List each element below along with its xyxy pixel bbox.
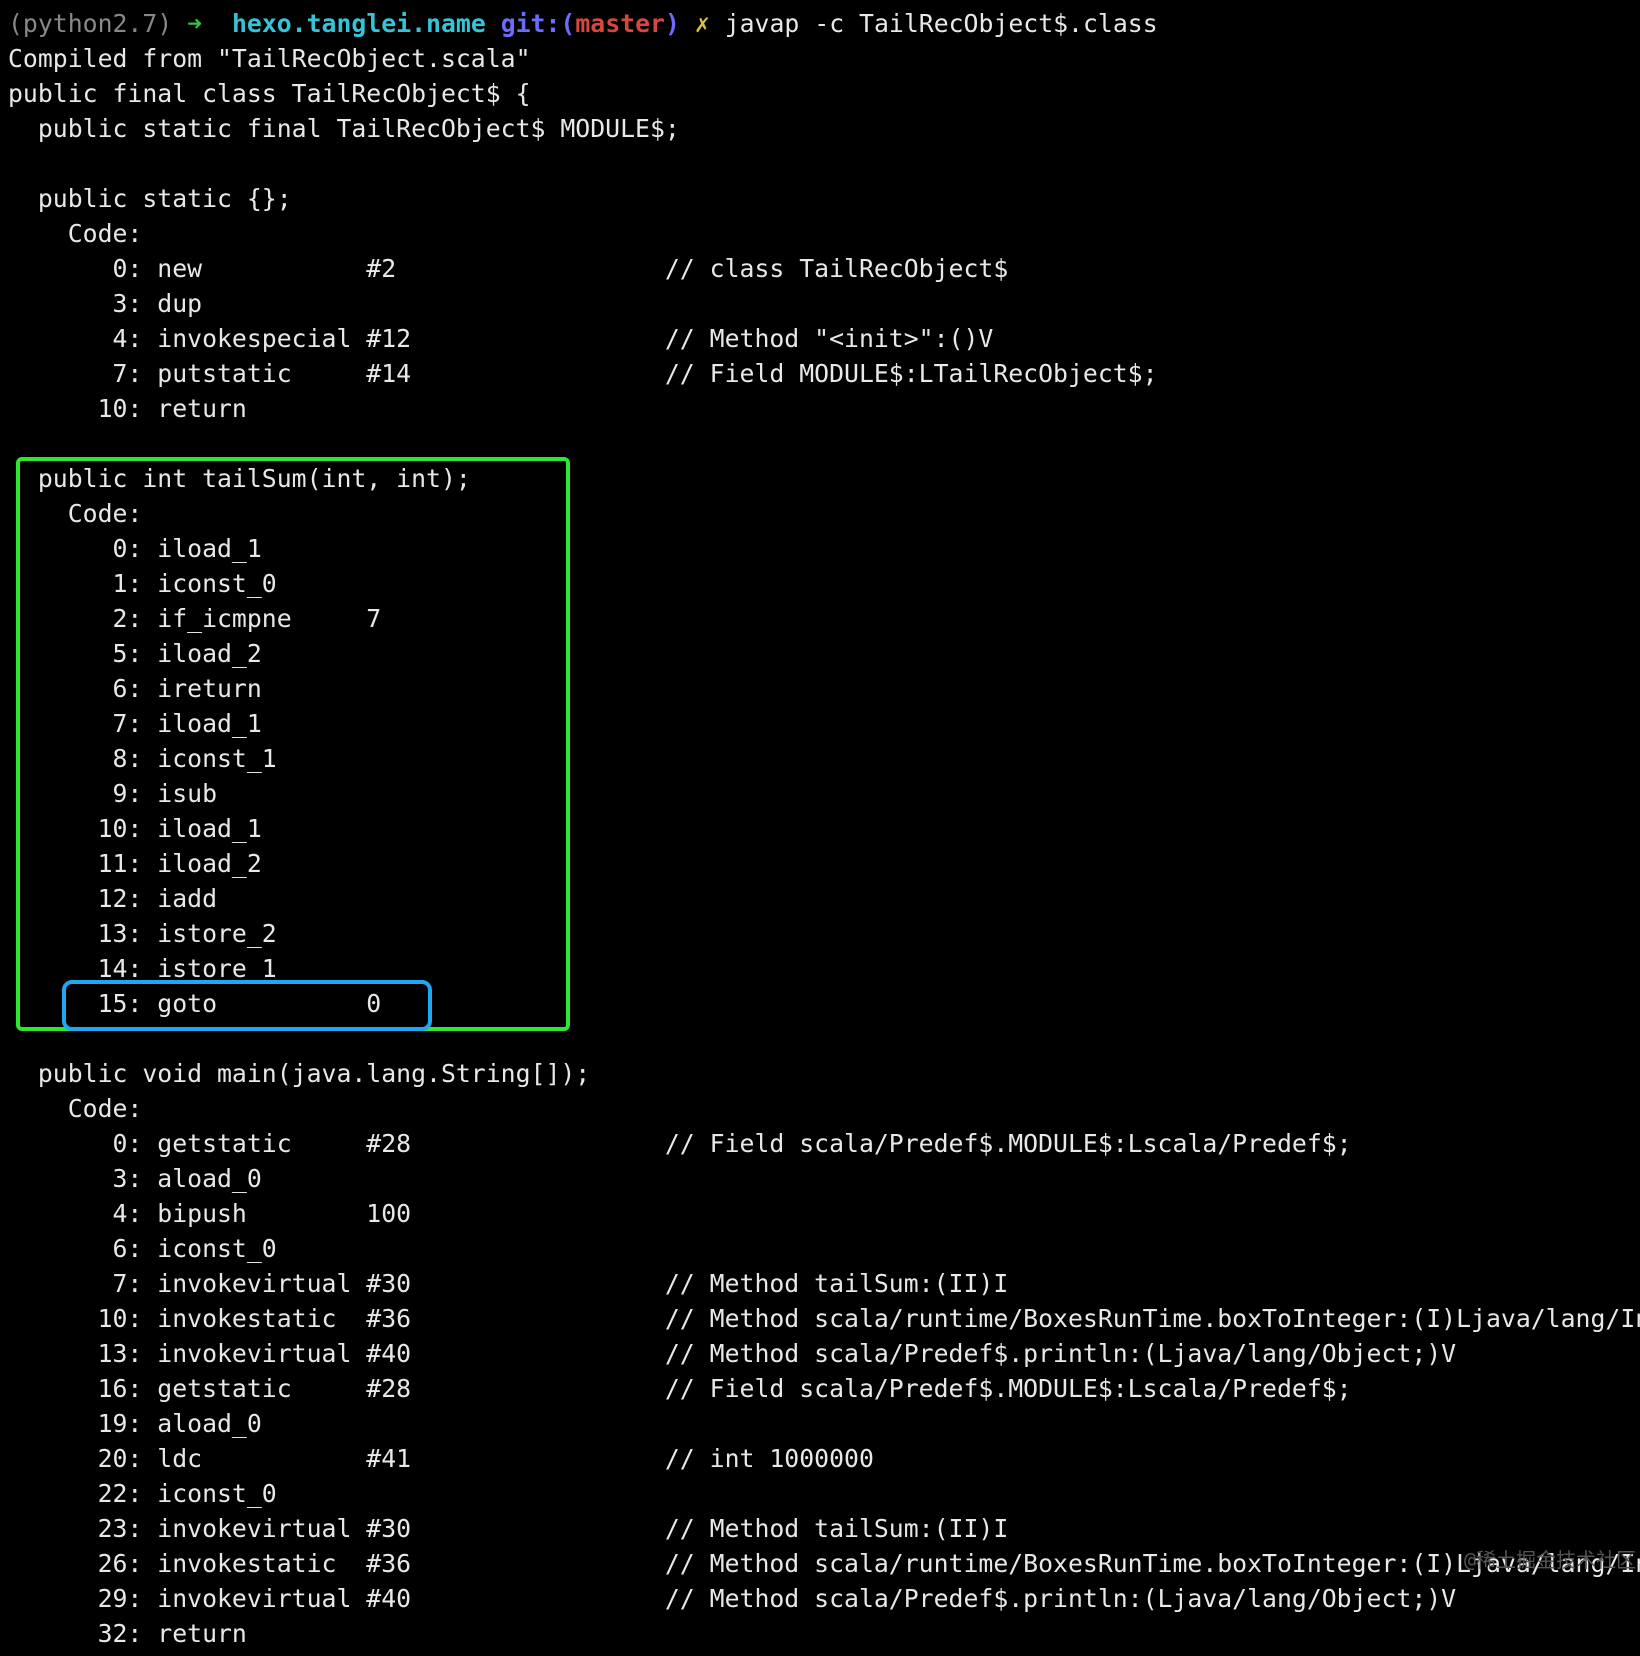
code-line: 3: aload_0 bbox=[8, 1161, 1640, 1196]
code-line: 7: putstatic #14 // Field MODULE$:LTailR… bbox=[8, 356, 1640, 391]
code-line: 7: invokevirtual #30 // Method tailSum:(… bbox=[8, 1266, 1640, 1301]
code-line: public static {}; bbox=[8, 181, 1640, 216]
code-line: public int tailSum(int, int); bbox=[8, 461, 1640, 496]
code-line: 23: invokevirtual #30 // Method tailSum:… bbox=[8, 1511, 1640, 1546]
code-line: 10: iload_1 bbox=[8, 811, 1640, 846]
code-line bbox=[8, 146, 1640, 181]
code-line: 2: if_icmpne 7 bbox=[8, 601, 1640, 636]
terminal-output: (python2.7) ➜ hexo.tanglei.name git:(mas… bbox=[8, 6, 1640, 1656]
code-line: 8: iconst_1 bbox=[8, 741, 1640, 776]
dirty-mark: ✗ bbox=[695, 9, 710, 38]
code-line: Code: bbox=[8, 1091, 1640, 1126]
code-line: 6: iconst_0 bbox=[8, 1231, 1640, 1266]
code-line: 12: iadd bbox=[8, 881, 1640, 916]
code-line: 0: getstatic #28 // Field scala/Predef$.… bbox=[8, 1126, 1640, 1161]
code-line: 11: iload_2 bbox=[8, 846, 1640, 881]
code-line: 13: invokevirtual #40 // Method scala/Pr… bbox=[8, 1336, 1640, 1371]
code-line: 0: iload_1 bbox=[8, 531, 1640, 566]
git-branch: master bbox=[575, 9, 665, 38]
code-line: 26: invokestatic #36 // Method scala/run… bbox=[8, 1546, 1640, 1581]
code-line: 22: iconst_0 bbox=[8, 1476, 1640, 1511]
code-line: 3: dup bbox=[8, 286, 1640, 321]
code-line: Code: bbox=[8, 216, 1640, 251]
code-line: 5: iload_2 bbox=[8, 636, 1640, 671]
git-suffix: ) bbox=[665, 9, 680, 38]
code-line: 10: return bbox=[8, 391, 1640, 426]
code-line: 7: iload_1 bbox=[8, 706, 1640, 741]
prompt-line[interactable]: (python2.7) ➜ hexo.tanglei.name git:(mas… bbox=[8, 6, 1640, 41]
code-line: 4: invokespecial #12 // Method "<init>":… bbox=[8, 321, 1640, 356]
code-line: public final class TailRecObject$ { bbox=[8, 76, 1640, 111]
code-line: 1: iconst_0 bbox=[8, 566, 1640, 601]
code-line: 32: return bbox=[8, 1616, 1640, 1651]
code-line: 0: new #2 // class TailRecObject$ bbox=[8, 251, 1640, 286]
code-line: 20: ldc #41 // int 1000000 bbox=[8, 1441, 1640, 1476]
code-line: 15: goto 0 bbox=[8, 986, 1640, 1021]
code-line: 9: isub bbox=[8, 776, 1640, 811]
watermark-text: @稀土掘金技术社区 bbox=[1464, 1543, 1636, 1578]
code-line: public static final TailRecObject$ MODUL… bbox=[8, 111, 1640, 146]
prompt-arrow: ➜ bbox=[187, 9, 202, 38]
code-line: 6: ireturn bbox=[8, 671, 1640, 706]
code-line: 16: getstatic #28 // Field scala/Predef$… bbox=[8, 1371, 1640, 1406]
code-line: 29: invokevirtual #40 // Method scala/Pr… bbox=[8, 1581, 1640, 1616]
env-name: (python2.7) bbox=[8, 9, 172, 38]
code-line bbox=[8, 426, 1640, 461]
code-line: } bbox=[8, 1651, 1640, 1656]
code-line: 19: aload_0 bbox=[8, 1406, 1640, 1441]
git-prefix: git:( bbox=[501, 9, 576, 38]
code-line: public void main(java.lang.String[]); bbox=[8, 1056, 1640, 1091]
command-text: javap -c TailRecObject$.class bbox=[725, 9, 1158, 38]
code-line bbox=[8, 1021, 1640, 1056]
code-line: Code: bbox=[8, 496, 1640, 531]
code-line: 14: istore_1 bbox=[8, 951, 1640, 986]
cwd: hexo.tanglei.name bbox=[232, 9, 486, 38]
code-line: Compiled from "TailRecObject.scala" bbox=[8, 41, 1640, 76]
code-line: 10: invokestatic #36 // Method scala/run… bbox=[8, 1301, 1640, 1336]
code-line: 4: bipush 100 bbox=[8, 1196, 1640, 1231]
code-line: 13: istore_2 bbox=[8, 916, 1640, 951]
